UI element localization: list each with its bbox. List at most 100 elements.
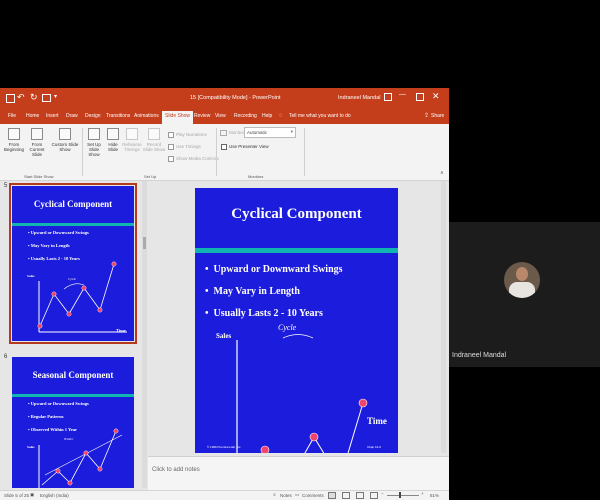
slideshow-view-icon[interactable] <box>370 492 378 499</box>
notes-pane[interactable]: Click to add notes <box>148 456 449 493</box>
redo-icon[interactable]: ↻ <box>30 92 38 103</box>
zoom-in-icon[interactable]: + <box>421 491 424 496</box>
custom-slide-show-button[interactable]: Custom Slide Show <box>50 128 80 152</box>
chevron-down-icon: ▾ <box>290 129 293 134</box>
thumb-series-line <box>39 263 115 327</box>
record-icon <box>148 128 160 140</box>
presenter-shirt <box>509 282 535 298</box>
customize-toolbar-icon[interactable]: ▾ <box>54 93 57 100</box>
from-beginning-label: From Beginning <box>3 142 25 152</box>
thumb-point <box>67 480 73 486</box>
share-button[interactable]: Share <box>431 113 444 119</box>
tab-draw[interactable]: Draw <box>66 113 78 119</box>
presenter-view-label: Use Presenter View <box>229 144 269 150</box>
tell-me-search[interactable]: Tell me what you want to do <box>289 113 351 119</box>
from-beginning-button[interactable]: From Beginning <box>3 128 25 152</box>
hide-slide-icon <box>107 128 119 140</box>
normal-view-icon[interactable] <box>328 492 336 499</box>
tab-help[interactable]: Help <box>262 113 272 119</box>
custom-show-icon <box>59 128 71 140</box>
comments-button[interactable]: Comments <box>302 493 324 498</box>
notes-placeholder[interactable]: Click to add notes <box>152 467 200 473</box>
thumb-point <box>81 285 87 291</box>
thumb-cycle-label: Cycle <box>68 277 76 281</box>
ribbon-display-options-icon[interactable] <box>384 93 392 101</box>
close-icon[interactable]: ✕ <box>432 91 440 102</box>
from-current-slide-button[interactable]: From Current Slide <box>26 128 48 157</box>
main-scrollbar[interactable] <box>441 181 446 453</box>
cycle-label: Cycle <box>278 323 297 332</box>
slide-sorter-icon[interactable] <box>342 492 350 499</box>
thumb-point <box>113 428 119 434</box>
tab-recording[interactable]: Recording <box>234 113 257 119</box>
language-indicator[interactable]: English (India) <box>40 493 69 498</box>
current-slide[interactable]: Cyclical Component • Upward or Downward … <box>195 188 398 453</box>
slide-thumbnail-6[interactable]: Seasonal Component • Upward or Downward … <box>12 357 134 488</box>
window-title: 15 [Compatibility Mode] - PowerPoint <box>190 95 281 101</box>
group-label-start-slide-show: Start Slide Show <box>24 174 54 179</box>
play-narrations-checkbox[interactable]: Play Narrations <box>168 132 207 138</box>
collapse-ribbon-icon[interactable]: ∧ <box>440 170 444 176</box>
tab-insert[interactable]: Insert <box>46 113 59 119</box>
account-name[interactable]: Indraneel Mandal <box>338 95 381 101</box>
tab-file[interactable]: File <box>8 113 16 119</box>
thumbnail-scrollbar[interactable] <box>142 181 147 488</box>
minimize-icon[interactable]: — <box>399 91 406 98</box>
thumb-point <box>97 466 103 472</box>
slide-copyright: © 1999 Prentice-Hall, Inc. <box>207 445 242 449</box>
zoom-out-icon[interactable]: − <box>381 491 384 496</box>
monitor-icon <box>220 130 227 136</box>
tab-animations[interactable]: Animations <box>134 113 159 119</box>
tab-slide-show[interactable]: Slide Show <box>162 111 194 124</box>
powerpoint-window: ↶ ↻ ▾ 15 [Compatibility Mode] - PowerPoi… <box>0 88 449 500</box>
tab-review[interactable]: Review <box>194 113 210 119</box>
record-label: Record Slide Show <box>142 142 166 152</box>
presenter-name: Indraneel Mandal <box>452 352 507 359</box>
slideshow-play-icon <box>8 128 20 140</box>
ribbon: From Beginning From Current Slide Custom… <box>0 124 449 181</box>
lightbulb-icon: ◌ <box>279 113 283 119</box>
reading-view-icon[interactable] <box>356 492 364 499</box>
slide-thumbnail-5[interactable]: Cyclical Component • Upward or Downward … <box>9 183 137 344</box>
record-slide-show-button[interactable]: Record Slide Show <box>142 128 166 152</box>
monitor-select[interactable]: Automatic ▾ <box>244 127 296 138</box>
spellcheck-icon[interactable]: ▣ <box>30 492 34 498</box>
set-up-slide-show-button[interactable]: Set Up Slide Show <box>84 128 104 157</box>
tab-transitions[interactable]: Transitions <box>106 113 130 119</box>
thumb-cycle-chart <box>37 261 127 333</box>
start-from-beginning-icon[interactable] <box>42 94 51 102</box>
tab-view[interactable]: View <box>215 113 226 119</box>
checkbox-icon <box>168 156 174 162</box>
notes-button[interactable]: Notes <box>280 493 292 498</box>
show-media-controls-checkbox[interactable]: Show Media Controls <box>168 156 219 162</box>
notes-icon: ≡ <box>273 492 276 497</box>
use-timings-checkbox[interactable]: Use Timings <box>168 144 201 150</box>
set-up-label: Set Up Slide Show <box>87 142 101 157</box>
save-icon[interactable] <box>6 94 15 103</box>
tab-home[interactable]: Home <box>26 113 39 119</box>
rehearse-timings-button[interactable]: Rehearse Timings <box>122 128 142 152</box>
presenter-avatar <box>504 262 540 298</box>
undo-icon[interactable]: ↶ <box>17 92 25 103</box>
thumb-cycle-arc <box>63 283 85 290</box>
rehearse-icon <box>126 128 138 140</box>
tab-design[interactable]: Design <box>85 113 101 119</box>
hide-slide-button[interactable]: Hide Slide <box>104 128 122 152</box>
checkbox-icon <box>168 132 174 138</box>
thumb-winter-label: Winter <box>64 437 74 441</box>
presenter-webcam: Indraneel Mandal <box>449 222 600 367</box>
thumb-point <box>37 323 43 329</box>
rehearse-label: Rehearse Timings <box>122 142 142 152</box>
presenter-view-checkbox[interactable]: Use Presenter View <box>221 144 269 150</box>
thumb-trend-line <box>44 434 123 476</box>
zoom-slider[interactable] <box>387 495 419 496</box>
comments-icon: ▭ <box>295 492 300 497</box>
thumb-point <box>51 291 57 297</box>
thumb-series-line <box>41 430 117 486</box>
share-icon[interactable]: ⇪ <box>424 112 429 119</box>
zoom-slider-handle[interactable] <box>399 492 401 498</box>
scrollbar-thumb[interactable] <box>143 237 146 249</box>
checkbox-checked-icon <box>221 144 227 150</box>
maximize-icon[interactable] <box>416 93 424 101</box>
zoom-level[interactable]: 61% <box>430 493 439 498</box>
